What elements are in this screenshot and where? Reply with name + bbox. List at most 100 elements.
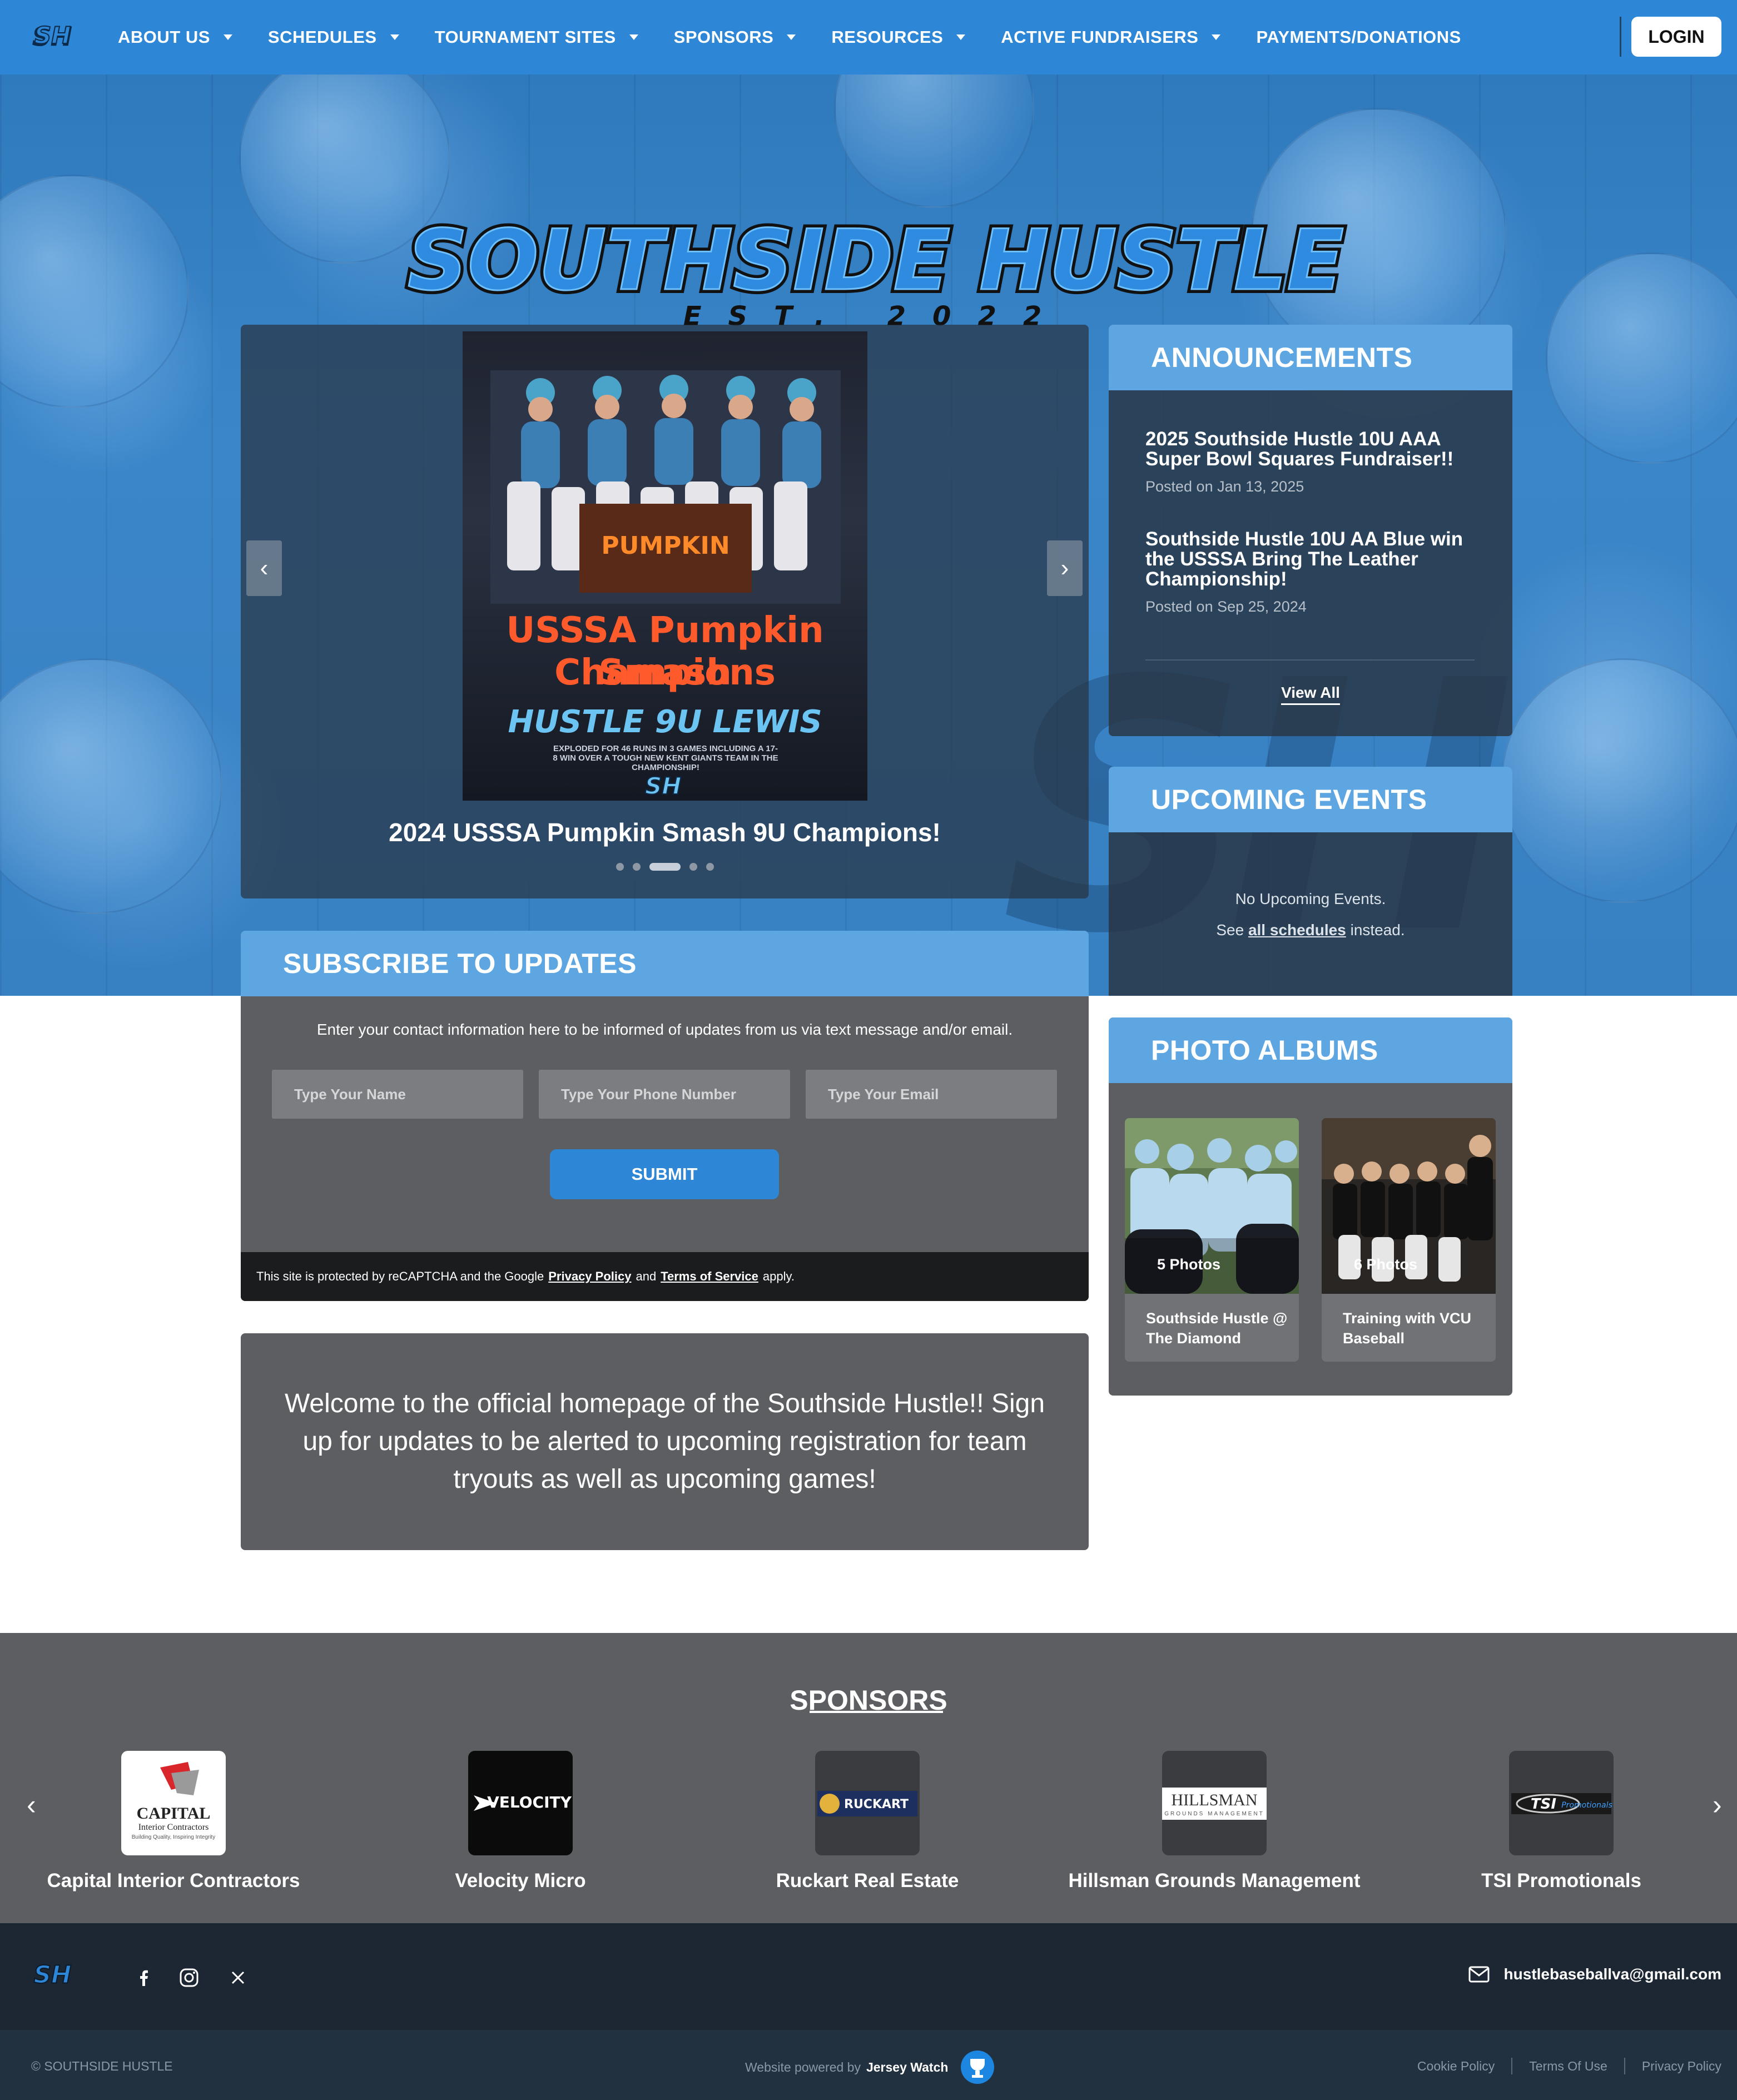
carousel-dots [241, 863, 1089, 871]
cookie-policy-link[interactable]: Cookie Policy [1417, 2059, 1495, 2074]
nav-item-about-us[interactable]: ABOUT US [118, 27, 232, 47]
svg-text:VELOCITY: VELOCITY [487, 1793, 572, 1811]
carousel-prev-button[interactable]: ‹ [246, 540, 282, 596]
sponsor-card[interactable]: RUCKART Ruckart Real Estate [694, 1751, 1041, 1892]
terms-of-service-link[interactable]: Terms of Service [661, 1269, 758, 1284]
hero-background: SH SOUTHSIDE HUSTLE SOUTHSIDE HUSTLE EST… [0, 75, 1737, 996]
announcements-card: ANNOUNCEMENTS 2025 Southside Hustle 10U … [1109, 325, 1512, 736]
sponsor-card[interactable]: VELOCITY Velocity Micro [347, 1751, 694, 1892]
subscribe-heading: SUBSCRIBE TO UPDATES [241, 931, 1089, 996]
baseball-decoration [1501, 658, 1737, 903]
subscribe-description: Enter your contact information here to b… [316, 1021, 1013, 1038]
svg-text:RUCKART: RUCKART [844, 1798, 909, 1811]
nav-item-resources[interactable]: RESOURCES [831, 27, 966, 47]
announcement-title-link[interactable]: 2025 Southside Hustle 10U AAA Super Bowl… [1145, 429, 1479, 469]
chevron-down-icon [223, 34, 232, 40]
x-icon[interactable] [227, 1967, 249, 1989]
sponsors-section: SPONSORS ‹ › CAPITAL Interior Contractor… [0, 1633, 1737, 1923]
svg-text:TSI: TSI [1531, 1796, 1556, 1813]
see-schedules-text: See all schedules instead. [1216, 921, 1405, 939]
mail-icon [1468, 1966, 1490, 1983]
name-input[interactable]: Type Your Name [272, 1070, 523, 1119]
nav-item-tournament-sites[interactable]: TOURNAMENT SITES [435, 27, 638, 47]
carousel-dot[interactable] [632, 863, 641, 871]
sponsor-logo: TSI Promotionals [1509, 1751, 1614, 1855]
chevron-down-icon [390, 34, 399, 40]
carousel-next-button[interactable]: › [1047, 540, 1083, 596]
upcoming-events-heading: UPCOMING EVENTS [1109, 767, 1512, 832]
album-card[interactable]: 6 Photos Training with VCU Baseball [1322, 1118, 1496, 1362]
sh-logo-icon[interactable]: SH [31, 1959, 80, 1991]
view-all-link-wrap: View All [1109, 684, 1512, 705]
welcome-message: Welcome to the official homepage of the … [241, 1333, 1089, 1550]
announcement-date: Posted on Jan 13, 2025 [1145, 478, 1304, 495]
login-button[interactable]: LOGIN [1631, 17, 1721, 57]
nav-menu: ABOUT US SCHEDULES TOURNAMENT SITES SPON… [118, 0, 1497, 75]
announcement-date: Posted on Sep 25, 2024 [1145, 598, 1307, 615]
sponsor-name: Ruckart Real Estate [776, 1870, 959, 1892]
heading-underline [810, 1711, 943, 1713]
powered-by[interactable]: Website powered by Jersey Watch [745, 2050, 995, 2084]
baseball-decoration [834, 75, 1034, 208]
upcoming-events-card: UPCOMING EVENTS No Upcoming Events. See … [1109, 767, 1512, 996]
carousel-slide-image: PUMPKIN USSSA Pumpkin Smash Champions HU… [463, 331, 867, 801]
terms-of-use-link[interactable]: Terms Of Use [1529, 2059, 1607, 2074]
sponsor-logo: HILLSMAN GROUNDS MANAGEMENT [1162, 1751, 1267, 1855]
privacy-policy-link[interactable]: Privacy Policy [1642, 2059, 1721, 2074]
sponsor-name: Hillsman Grounds Management [1068, 1870, 1361, 1892]
view-all-link[interactable]: View All [1281, 684, 1340, 705]
chevron-down-icon [787, 34, 796, 40]
chevron-down-icon [956, 34, 966, 40]
privacy-policy-link[interactable]: Privacy Policy [548, 1269, 631, 1284]
svg-text:SH: SH [645, 772, 681, 800]
sponsor-name: Velocity Micro [455, 1870, 586, 1892]
sh-logo-icon: SH [644, 772, 682, 800]
svg-text:SH: SH [34, 1962, 72, 1989]
album-name: Southside Hustle @ The Diamond [1146, 1310, 1288, 1347]
nav-item-sponsors[interactable]: SPONSORS [674, 27, 796, 47]
jersey-watch-trophy-icon [961, 2051, 995, 2084]
divider [1511, 2058, 1513, 2074]
facebook-icon[interactable] [132, 1967, 155, 1989]
sh-logo-icon[interactable]: SH SH [31, 21, 78, 52]
nav-item-active-fundraisers[interactable]: ACTIVE FUNDRAISERS [1001, 27, 1221, 47]
carousel-dot[interactable] [616, 863, 624, 871]
sponsor-logo: CAPITAL Interior Contractors Building Qu… [121, 1751, 226, 1855]
sponsor-card[interactable]: HILLSMAN GROUNDS MANAGEMENT Hillsman Gro… [1041, 1751, 1388, 1892]
all-schedules-link[interactable]: all schedules [1248, 921, 1346, 939]
carousel-dot[interactable] [689, 863, 697, 871]
baseball-decoration [0, 175, 189, 408]
footer-top: SH hustlebaseballva@gmail.com [0, 1923, 1737, 2030]
sponsor-card[interactable]: CAPITAL Interior Contractors Building Qu… [0, 1751, 347, 1892]
instagram-icon[interactable] [178, 1967, 200, 1989]
sponsor-card[interactable]: TSI Promotionals TSI Promotionals [1388, 1751, 1735, 1892]
svg-text:CAPITAL: CAPITAL [137, 1804, 211, 1823]
team-photo: PUMPKIN [490, 370, 841, 604]
announcement-title-link[interactable]: Southside Hustle 10U AA Blue win the USS… [1145, 529, 1479, 589]
svg-text:Building Quality, Inspiring In: Building Quality, Inspiring Integrity [132, 1834, 215, 1840]
album-photo-count: 5 Photos [1157, 1256, 1221, 1273]
photo-carousel: PUMPKIN USSSA Pumpkin Smash Champions HU… [241, 325, 1089, 898]
legal-links: Cookie Policy Terms Of Use Privacy Polic… [1417, 2058, 1721, 2074]
phone-input[interactable]: Type Your Phone Number [539, 1070, 790, 1119]
sponsor-name: TSI Promotionals [1481, 1870, 1641, 1892]
email-link[interactable]: hustlebaseballva@gmail.com [1468, 1965, 1721, 1983]
baseball-decoration [1546, 252, 1737, 464]
album-name: Training with VCU Baseball [1343, 1310, 1472, 1347]
slide-detail: EXPLODED FOR 46 RUNS IN 3 GAMES INCLUDIN… [553, 744, 778, 772]
carousel-dot-active[interactable] [649, 863, 681, 871]
svg-text:SOUTHSIDE HUSTLE: SOUTHSIDE HUSTLE [408, 212, 1344, 309]
album-card[interactable]: 5 Photos Southside Hustle @ The Diamond [1125, 1118, 1299, 1362]
recaptcha-notice: This site is protected by reCAPTCHA and … [241, 1252, 1089, 1301]
slide-headline: Champions [554, 652, 776, 693]
divider [1624, 2058, 1625, 2074]
nav-item-payments-donations[interactable]: PAYMENTS/DONATIONS [1256, 27, 1461, 47]
photo-albums-heading: PHOTO ALBUMS [1109, 1017, 1512, 1083]
baseball-decoration [0, 658, 222, 914]
svg-text:HILLSMAN: HILLSMAN [1172, 1791, 1258, 1809]
submit-button[interactable]: SUBMIT [550, 1149, 779, 1199]
email-input[interactable]: Type Your Email [806, 1070, 1057, 1119]
carousel-dot[interactable] [706, 863, 714, 871]
nav-item-schedules[interactable]: SCHEDULES [268, 27, 399, 47]
svg-text:GROUNDS MANAGEMENT: GROUNDS MANAGEMENT [1164, 1811, 1264, 1817]
